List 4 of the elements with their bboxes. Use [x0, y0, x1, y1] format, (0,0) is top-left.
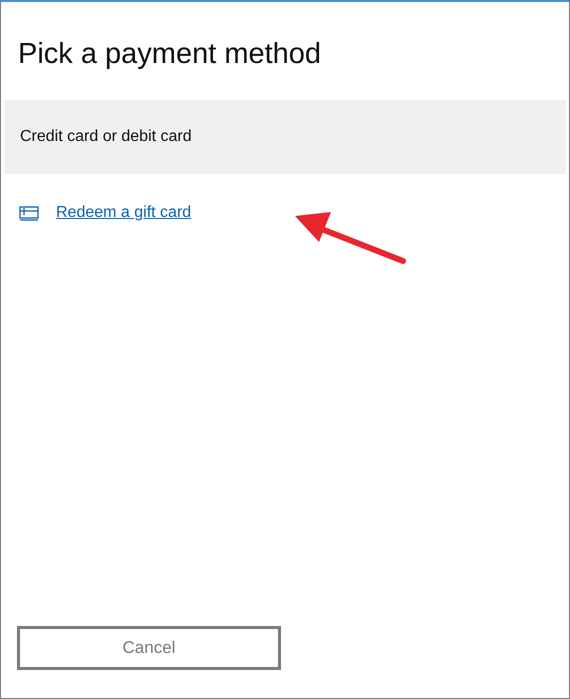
payment-option[interactable]: Credit card or debit card — [4, 100, 566, 174]
dialog-title: Pick a payment method — [18, 38, 322, 72]
gift-card-icon — [19, 205, 39, 221]
redeem-gift-card-link[interactable]: Redeem a gift card — [56, 204, 192, 222]
